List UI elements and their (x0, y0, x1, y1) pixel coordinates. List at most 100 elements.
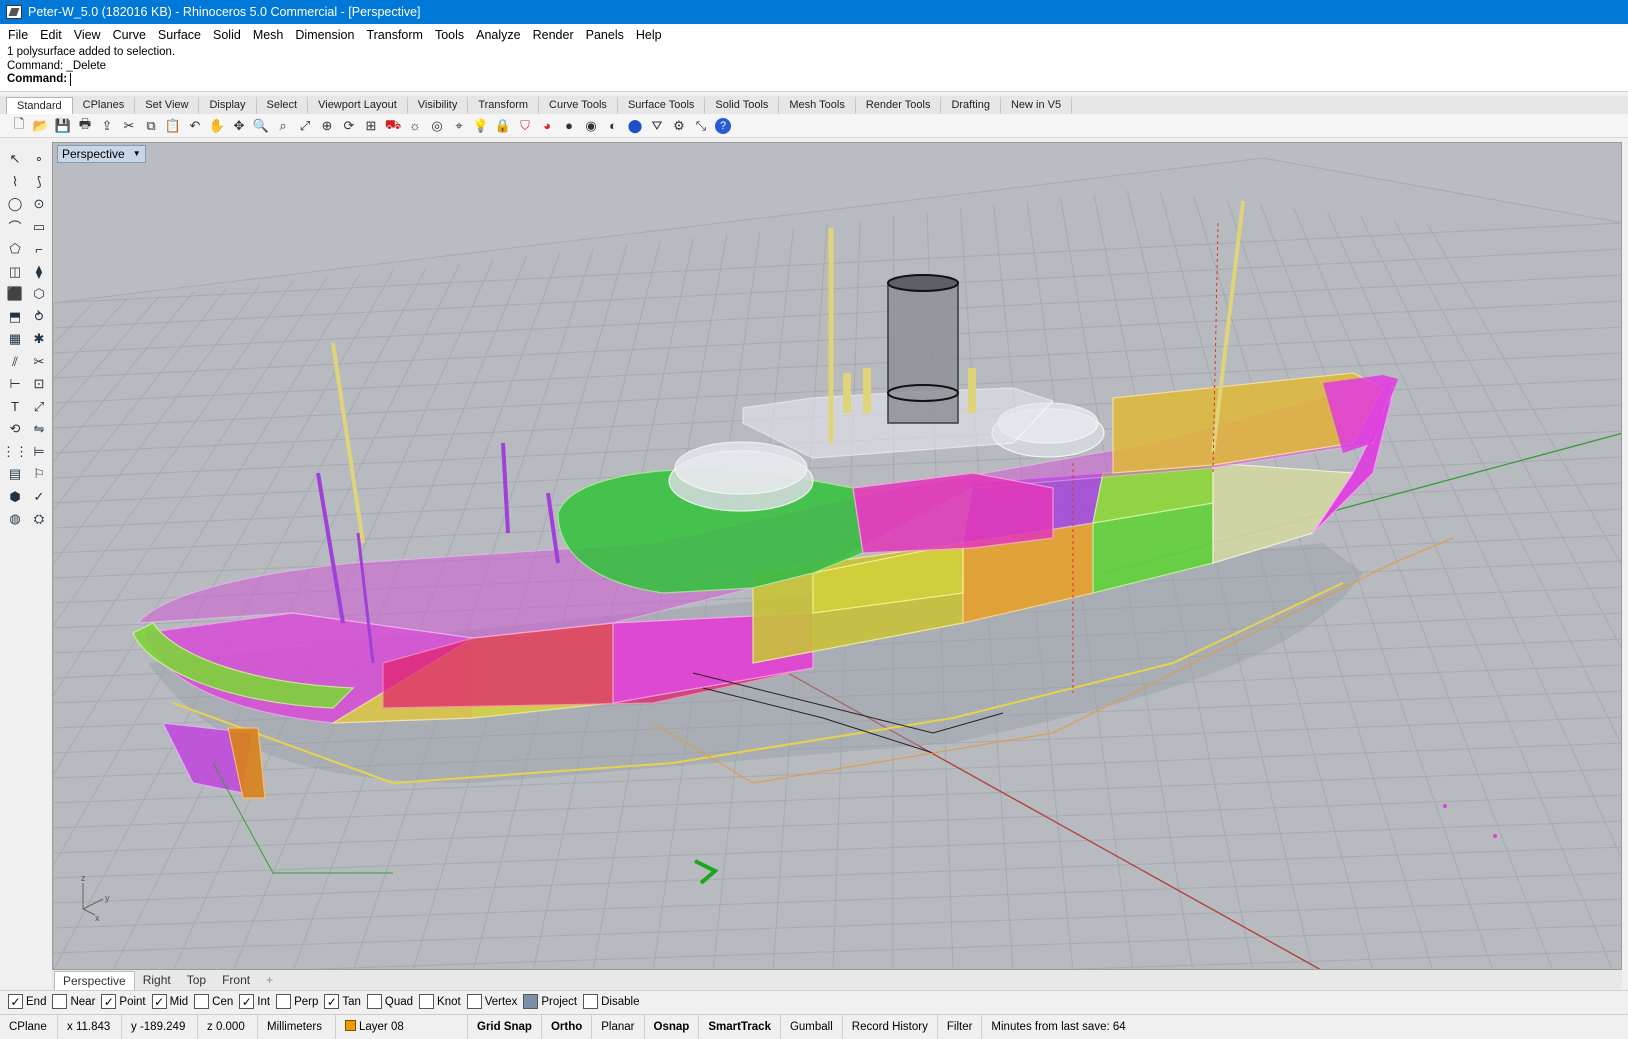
solid-tools-icon[interactable]: ⬢ (4, 486, 26, 509)
boolean-icon[interactable]: ⬡ (28, 283, 50, 306)
osnap-knot[interactable]: Knot (419, 994, 461, 1009)
osnap-near[interactable]: Near (52, 994, 95, 1009)
viewport-title[interactable]: Perspective ▼ (57, 145, 146, 163)
status-layer[interactable]: Layer 08 (336, 1014, 468, 1039)
toolbar-tab-display[interactable]: Display (199, 97, 257, 114)
scale-icon[interactable]: ⤢ (28, 396, 50, 419)
osnap-checkbox[interactable] (194, 994, 210, 1009)
osnap-mid[interactable]: ✓ Mid (151, 994, 188, 1009)
polyline-icon[interactable]: ⌇ (4, 171, 26, 194)
help-icon[interactable]: ? (715, 117, 731, 134)
open-icon[interactable]: 📂 (30, 116, 52, 136)
circle-icon[interactable]: ◯ (4, 193, 26, 216)
status-cplane[interactable]: CPlane (0, 1014, 58, 1039)
select-icon[interactable]: ↖ (4, 148, 26, 171)
status-record-history[interactable]: Record History (843, 1014, 938, 1039)
circle-grid-icon[interactable]: ◎ (426, 116, 448, 136)
toolbar-tab-render-tools[interactable]: Render Tools (856, 97, 942, 114)
surface-icon[interactable]: ◫ (4, 261, 26, 284)
point-icon[interactable]: ∘ (28, 148, 50, 171)
menu-tools[interactable]: Tools (429, 28, 470, 42)
rendered-sphere-icon[interactable]: ◉ (580, 116, 602, 136)
array-icon[interactable]: ⋮⋮ (2, 441, 28, 464)
viewport-scene[interactable]: z y x (53, 143, 1622, 970)
pan-icon[interactable]: ✋ (206, 116, 228, 136)
menu-file[interactable]: File (2, 28, 34, 42)
align-icon[interactable]: ⊨ (28, 441, 50, 464)
menu-transform[interactable]: Transform (360, 28, 429, 42)
car-icon[interactable]: ⛟ (382, 116, 404, 136)
loft-icon[interactable]: ⧫ (28, 261, 50, 284)
blue-sphere-icon[interactable]: ⬤ (624, 116, 646, 136)
menu-edit[interactable]: Edit (34, 28, 68, 42)
menu-render[interactable]: Render (527, 28, 580, 42)
split-icon[interactable]: ⫽ (4, 351, 26, 374)
osnap-tan[interactable]: ✓ Tan (324, 994, 361, 1009)
gear-icon[interactable]: ⚙ (668, 116, 690, 136)
mirror-icon[interactable]: ⇋ (28, 418, 50, 441)
filter-icon[interactable]: ⛛ (646, 116, 668, 136)
toolbar-tab-solid-tools[interactable]: Solid Tools (705, 97, 780, 114)
viewport-tab-top[interactable]: Top (179, 971, 214, 990)
copy-icon[interactable]: ⧉ (140, 116, 162, 136)
ghosted-sphere-icon[interactable]: ◐ (602, 116, 624, 136)
polygon-icon[interactable]: ⬠ (4, 238, 26, 261)
trim-icon[interactable]: ✂ (28, 351, 50, 374)
osnap-end[interactable]: ✓ End (8, 994, 46, 1009)
toolbar-tab-viewport-layout[interactable]: Viewport Layout (308, 97, 408, 114)
status-grid-snap[interactable]: Grid Snap (468, 1014, 542, 1039)
menu-help[interactable]: Help (630, 28, 668, 42)
print-icon[interactable]: 🖶 (74, 116, 96, 136)
osnap-checkbox[interactable]: ✓ (151, 994, 167, 1009)
osnap-checkbox[interactable] (366, 994, 382, 1009)
menu-dimension[interactable]: Dimension (289, 28, 360, 42)
zoom-extents-icon[interactable]: ⤢ (294, 116, 316, 136)
osnap-checkbox[interactable] (419, 994, 435, 1009)
status-ortho[interactable]: Ortho (542, 1014, 593, 1039)
check-icon[interactable]: ✓ (28, 486, 50, 509)
osnap-checkbox[interactable]: ✓ (239, 994, 255, 1009)
rhino-app-icon[interactable] (6, 5, 22, 19)
status-units[interactable]: Millimeters (258, 1014, 336, 1039)
osnap-int[interactable]: ✓ Int (239, 994, 270, 1009)
osnap-checkbox[interactable]: ✓ (324, 994, 340, 1009)
render-icon[interactable]: ◍ (4, 508, 26, 531)
import-icon[interactable]: ⇪ (96, 116, 118, 136)
analyze-icon[interactable]: ⚐ (28, 463, 50, 486)
explode-icon[interactable]: ✱ (28, 328, 50, 351)
four-viewports-icon[interactable]: ⊞ (360, 116, 382, 136)
new-icon[interactable]: 🗋 (8, 116, 30, 136)
toolbar-tab-standard[interactable]: Standard (6, 97, 73, 114)
osnap-checkbox[interactable] (52, 994, 68, 1009)
light-icon[interactable]: ☼ (404, 116, 426, 136)
menu-curve[interactable]: Curve (107, 28, 152, 42)
perspective-viewport[interactable]: z y x Perspective ▼ (52, 142, 1622, 970)
menu-solid[interactable]: Solid (207, 28, 247, 42)
lightbulb-icon[interactable]: 💡 (470, 116, 492, 136)
command-input[interactable] (70, 73, 471, 87)
save-icon[interactable]: 💾 (52, 116, 74, 136)
menu-view[interactable]: View (68, 28, 107, 42)
menu-mesh[interactable]: Mesh (247, 28, 290, 42)
viewport-menu-icon[interactable]: ▼ (133, 146, 141, 162)
osnap-checkbox[interactable] (276, 994, 292, 1009)
zoom-window-icon[interactable]: ⌕ (272, 116, 294, 136)
osnap-checkbox[interactable] (523, 994, 539, 1009)
snap-icon[interactable]: ⌖ (448, 116, 470, 136)
status-smarttrack[interactable]: SmartTrack (699, 1014, 781, 1039)
osnap-vertex[interactable]: Vertex (466, 994, 517, 1009)
osnap-point[interactable]: ✓ Point (101, 994, 146, 1009)
rectangle-icon[interactable]: ▭ (28, 216, 50, 239)
status-gumball[interactable]: Gumball (781, 1014, 843, 1039)
sweep-icon[interactable]: ⥁ (28, 306, 50, 329)
osnap-checkbox[interactable]: ✓ (8, 994, 23, 1009)
undo-icon[interactable]: ↶ (184, 116, 206, 136)
osnap-checkbox[interactable] (466, 994, 482, 1009)
osnap-disable[interactable]: Disable (583, 994, 639, 1009)
status-osnap[interactable]: Osnap (645, 1014, 700, 1039)
box-icon[interactable]: ⬛ (4, 283, 26, 306)
osnap-project[interactable]: Project (523, 994, 577, 1009)
ellipse-icon[interactable]: ⊙ (28, 193, 50, 216)
viewport-tab-perspective[interactable]: Perspective (54, 971, 135, 990)
toolbar-tab-curve-tools[interactable]: Curve Tools (539, 97, 618, 114)
